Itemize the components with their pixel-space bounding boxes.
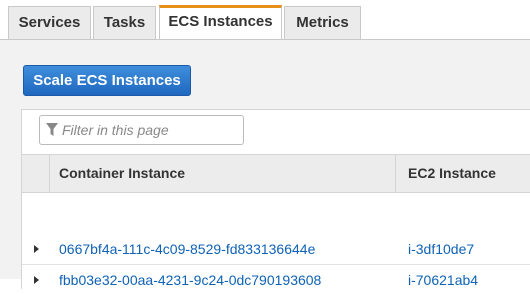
instances-table: Container Instance EC2 Instance 0667bf4a… (21, 109, 530, 289)
tab-metrics[interactable]: Metrics (284, 6, 361, 39)
table-row: fbb03e32-00aa-4231-9c24-0dc790193608 i-7… (22, 265, 530, 295)
container-instance-link[interactable]: fbb03e32-00aa-4231-9c24-0dc790193608 (59, 265, 321, 295)
column-divider (395, 155, 396, 192)
ec2-instance-link[interactable]: i-70621ab4 (408, 265, 478, 295)
tab-services[interactable]: Services (8, 6, 91, 39)
expand-row-icon[interactable] (34, 245, 39, 253)
tab-tasks[interactable]: Tasks (93, 6, 156, 39)
tab-bar: Services Tasks ECS Instances Metrics (0, 0, 530, 40)
table-header: Container Instance EC2 Instance (22, 154, 530, 193)
column-header-container-instance[interactable]: Container Instance (59, 155, 185, 192)
filter-icon (46, 123, 58, 136)
filter-input[interactable] (62, 120, 238, 140)
column-header-ec2-instance[interactable]: EC2 Instance (408, 155, 496, 192)
expand-column-header (22, 155, 50, 192)
ec2-instance-link[interactable]: i-3df10de7 (408, 234, 474, 264)
table-row: 0667bf4a-111c-4c09-8529-fd833136644e i-3… (22, 234, 530, 265)
tab-ecs-instances[interactable]: ECS Instances (159, 5, 282, 40)
scale-ecs-instances-button[interactable]: Scale ECS Instances (23, 65, 191, 96)
container-instance-link[interactable]: 0667bf4a-111c-4c09-8529-fd833136644e (59, 234, 315, 264)
filter-box[interactable] (39, 115, 244, 145)
expand-row-icon[interactable] (34, 276, 39, 284)
tab-panel: Scale ECS Instances Container Instance E… (0, 39, 530, 289)
